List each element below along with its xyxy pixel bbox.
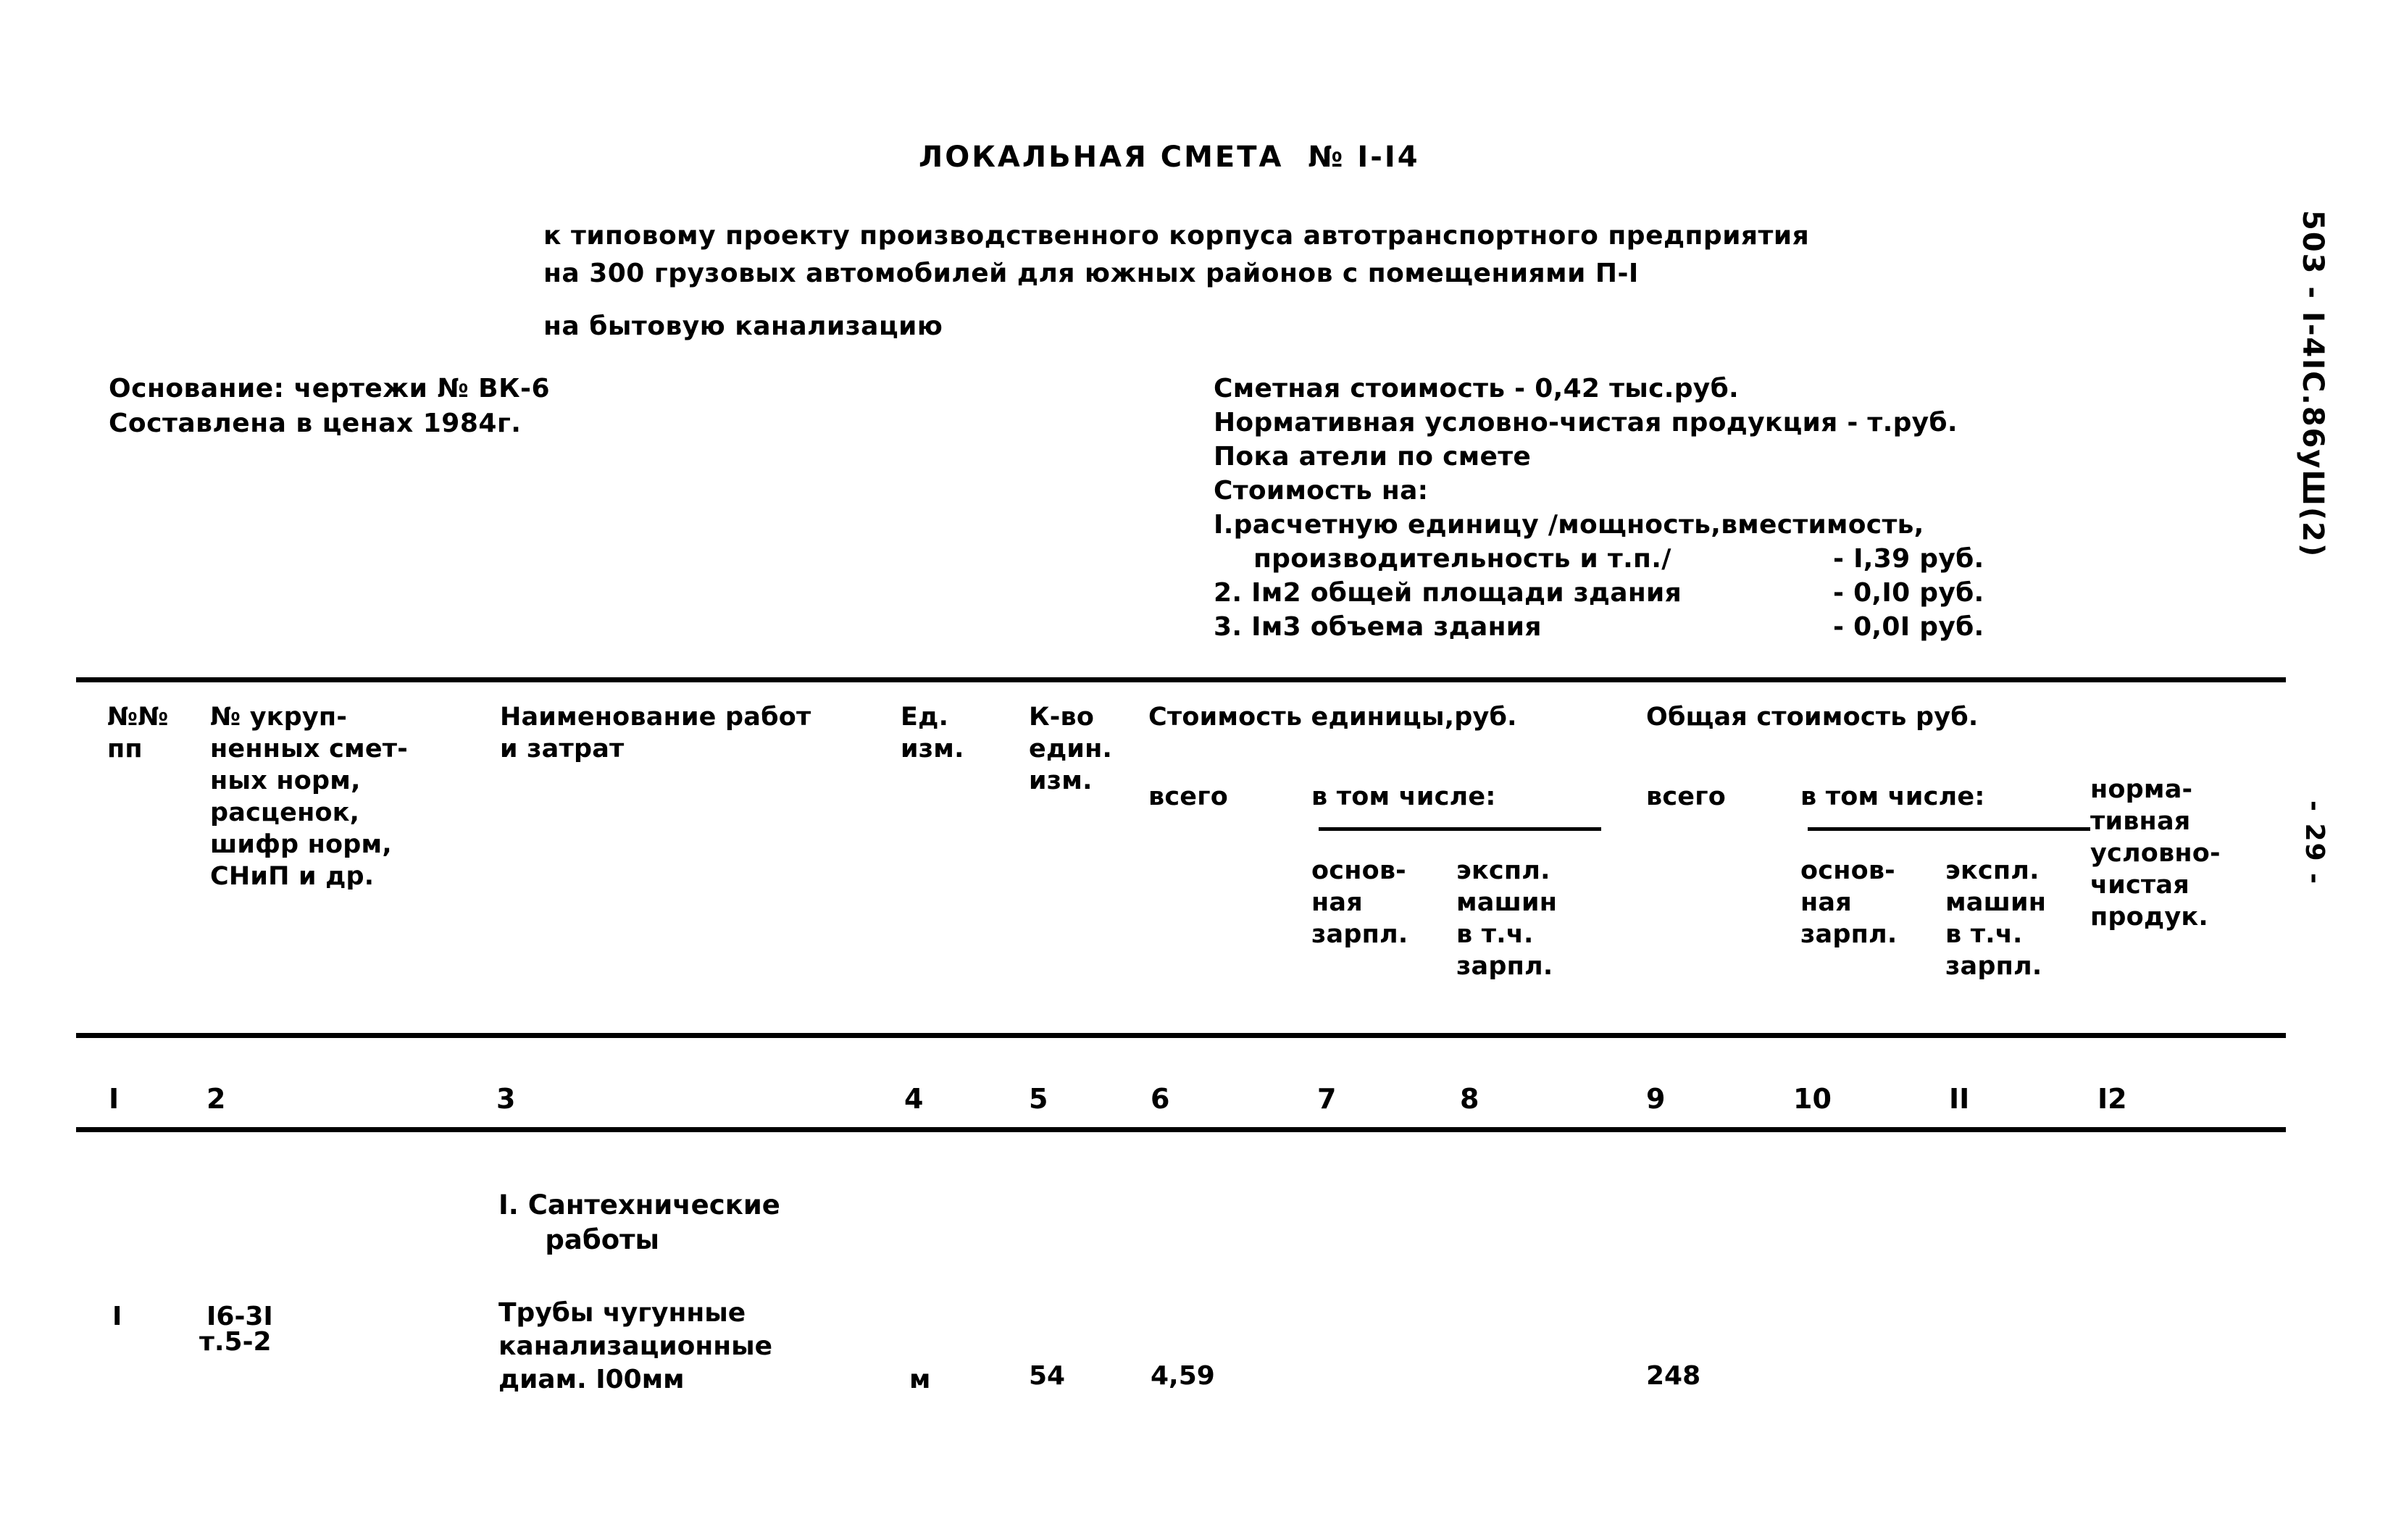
row-unit-cost-total: 4,59 bbox=[1151, 1361, 1215, 1391]
row-name-line-2: канализационные bbox=[498, 1331, 773, 1361]
header-total-inclusive: в том числе: bbox=[1800, 782, 1985, 811]
normative-product: Нормативная условно-чистая продукция - т… bbox=[1214, 408, 1958, 438]
header-col-1: №№ пп bbox=[107, 703, 169, 763]
table-header-bottom-rule bbox=[76, 1033, 2286, 1038]
header-col-12: норма- тивная условно- чистая продук. bbox=[2090, 775, 2221, 932]
header-total-basic-wage: основ- ная зарпл. bbox=[1800, 856, 1898, 949]
summary-item-1-line-2: производительность и т.п./ bbox=[1253, 544, 1671, 574]
header-col-2: № укруп- ненных смет- ных норм, расценок… bbox=[210, 703, 409, 891]
column-number-3: 3 bbox=[496, 1083, 516, 1115]
table-row: I bbox=[112, 1302, 122, 1331]
subtitle-line-1: к типовому проекту производственного кор… bbox=[543, 221, 1810, 251]
subtitle-line-2: на 300 грузовых автомобилей для южных ра… bbox=[543, 259, 1639, 288]
margin-document-code: 503 - I-4IС.86уШ(2) bbox=[2296, 210, 2329, 558]
section-heading: I. Сантехнические работы bbox=[498, 1189, 780, 1255]
unit-inclusive-rule bbox=[1319, 827, 1601, 831]
summary-item-3-value: - 0,0I руб. bbox=[1833, 612, 1984, 642]
header-col-3: Наименование работ и затрат bbox=[500, 703, 811, 763]
basis-line-1: Основание: чертежи № ВК-6 bbox=[109, 374, 551, 403]
row-name-line-3: диам. I00мм bbox=[498, 1365, 685, 1394]
summary-item-1-value: - I,39 руб. bbox=[1833, 544, 1984, 574]
column-numbers-bottom-rule bbox=[76, 1127, 2286, 1132]
header-unit-total: всего bbox=[1148, 782, 1228, 811]
header-col-5: К-во един. изм. bbox=[1029, 703, 1113, 795]
indicators-note: Пока атели по смете bbox=[1214, 442, 1532, 472]
total-inclusive-rule bbox=[1808, 827, 2090, 831]
summary-item-1-line-1: I.расчетную единицу /мощность,вместимост… bbox=[1214, 510, 1924, 540]
cost-for-label: Стоимость на: bbox=[1214, 476, 1429, 506]
header-total-machine: экспл. машин в т.ч. зарпл. bbox=[1945, 856, 2047, 981]
row-total-cost-total: 248 bbox=[1646, 1361, 1701, 1391]
header-unit-basic-wage: основ- ная зарпл. bbox=[1311, 856, 1408, 949]
row-quantity: 54 bbox=[1029, 1361, 1066, 1391]
header-total-total: всего bbox=[1646, 782, 1726, 811]
column-number-8: 8 bbox=[1460, 1083, 1479, 1115]
header-col-4: Ед. изм. bbox=[901, 703, 964, 763]
column-number-6: 6 bbox=[1151, 1083, 1170, 1115]
column-number-5: 5 bbox=[1029, 1083, 1048, 1115]
row-unit: м bbox=[909, 1365, 931, 1394]
document-page: ЛОКАЛЬНАЯ СМЕТА № I-I4 к типовому проект… bbox=[0, 0, 2396, 1540]
basis-line-2: Составлена в ценах 1984г. bbox=[109, 409, 522, 438]
column-number-7: 7 bbox=[1317, 1083, 1337, 1115]
summary-item-3-line-1: 3. Iм3 объема здания bbox=[1214, 612, 1542, 642]
estimate-cost: Сметная стоимость - 0,42 тыс.руб. bbox=[1214, 374, 1739, 403]
column-number-12: I2 bbox=[2097, 1083, 2127, 1115]
subtitle-line-3: на бытовую канализацию bbox=[543, 311, 943, 341]
row-name-line-1: Трубы чугунные bbox=[498, 1298, 746, 1328]
column-number-1: I bbox=[109, 1083, 120, 1115]
column-number-2: 2 bbox=[206, 1083, 226, 1115]
margin-page-number: - 29 - bbox=[2300, 800, 2329, 886]
summary-item-2-value: - 0,I0 руб. bbox=[1833, 578, 1984, 608]
header-unit-inclusive: в том числе: bbox=[1311, 782, 1496, 811]
header-unit-machine: экспл. машин в т.ч. зарпл. bbox=[1456, 856, 1558, 981]
page-title: ЛОКАЛЬНАЯ СМЕТА № I-I4 bbox=[919, 141, 1420, 174]
table-top-rule bbox=[76, 677, 2286, 682]
column-number-9: 9 bbox=[1646, 1083, 1666, 1115]
column-number-4: 4 bbox=[904, 1083, 924, 1115]
column-number-11: II bbox=[1949, 1083, 1970, 1115]
row-code-line-2: т.5-2 bbox=[199, 1327, 272, 1357]
header-group-unit-cost: Стоимость единицы,руб. bbox=[1148, 703, 1517, 732]
column-number-10: 10 bbox=[1793, 1083, 1832, 1115]
summary-item-2-line-1: 2. Iм2 общей площади здания bbox=[1214, 578, 1682, 608]
header-group-total-cost: Общая стоимость руб. bbox=[1646, 703, 1979, 732]
